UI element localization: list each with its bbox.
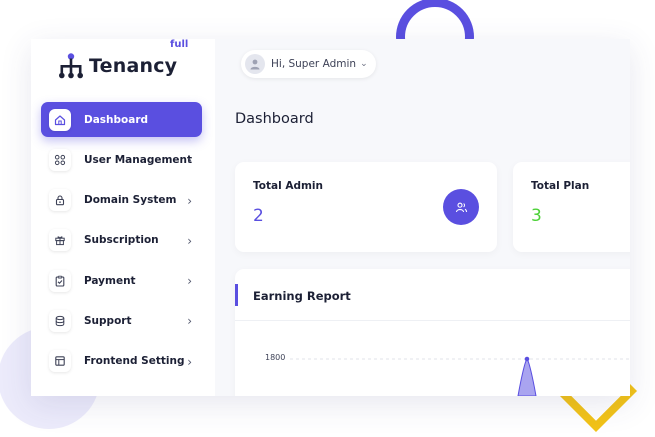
top-bar: Hi, Super Admin ⌄: [215, 39, 630, 91]
avatar: [245, 54, 265, 74]
chevron-right-icon: ›: [187, 193, 192, 208]
chevron-down-icon: ⌄: [360, 59, 368, 69]
clipboard-check-icon: [49, 269, 71, 292]
layout-icon: [49, 350, 71, 373]
chevron-right-icon: ›: [187, 274, 192, 289]
user-menu[interactable]: Hi, Super Admin ⌄: [241, 50, 376, 78]
sidebar-item-label: Subscription: [84, 234, 159, 247]
sidebar-nav: Dashboard User Management › Domain Syste…: [41, 102, 202, 384]
gift-icon: [49, 229, 71, 252]
grid-icon: [49, 148, 71, 171]
chevron-right-icon: ›: [187, 314, 192, 329]
sidebar-item-label: User Management: [84, 153, 193, 166]
earning-peak-point: [524, 356, 530, 362]
sidebar: Tenancy full Dashboard User Management ›: [31, 39, 215, 396]
stat-card-total-plan[interactable]: Total Plan 3: [513, 162, 630, 252]
chevron-right-icon: ›: [187, 354, 192, 369]
app-window: Tenancy full Dashboard User Management ›: [31, 39, 630, 396]
brand-superscript: full: [170, 39, 189, 50]
stat-value: 3: [531, 206, 542, 226]
sidebar-item-label: Dashboard: [84, 113, 149, 126]
stat-card-total-admin[interactable]: Total Admin 2: [235, 162, 497, 252]
sidebar-item-support[interactable]: Support ›: [41, 303, 202, 338]
brand-name: Tenancy: [89, 55, 178, 77]
sidebar-item-label: Payment: [84, 274, 136, 287]
page-title: Dashboard: [235, 111, 314, 127]
sidebar-item-user-management[interactable]: User Management ›: [41, 142, 202, 177]
sidebar-item-payment[interactable]: Payment ›: [41, 263, 202, 298]
sidebar-item-dashboard[interactable]: Dashboard: [41, 102, 202, 137]
sidebar-item-label: Frontend Setting: [84, 355, 185, 368]
home-icon: [49, 108, 71, 131]
chevron-right-icon: ›: [187, 233, 192, 248]
network-logo-icon: [59, 53, 83, 79]
users-icon: [443, 189, 479, 225]
stat-value: 2: [253, 206, 264, 226]
sidebar-item-subscription[interactable]: Subscription ›: [41, 223, 202, 258]
sidebar-item-domain-system[interactable]: Domain System ›: [41, 183, 202, 218]
earning-report-card: Earning Report 1800: [235, 269, 630, 396]
sidebar-item-label: Support: [84, 314, 132, 327]
chevron-right-icon: ›: [187, 153, 192, 168]
stat-label: Total Plan: [531, 180, 590, 192]
earning-peak-area: [517, 358, 537, 396]
user-avatar-icon: [250, 59, 260, 70]
sidebar-item-frontend-setting[interactable]: Frontend Setting ›: [41, 344, 202, 379]
stat-label: Total Admin: [253, 180, 323, 192]
sidebar-item-label: Domain System: [84, 194, 177, 207]
user-greeting: Hi, Super Admin: [271, 58, 357, 70]
lock-icon: [49, 189, 71, 212]
brand-logo[interactable]: Tenancy: [56, 51, 177, 81]
earning-chart: [290, 356, 630, 396]
database-icon: [49, 309, 71, 332]
